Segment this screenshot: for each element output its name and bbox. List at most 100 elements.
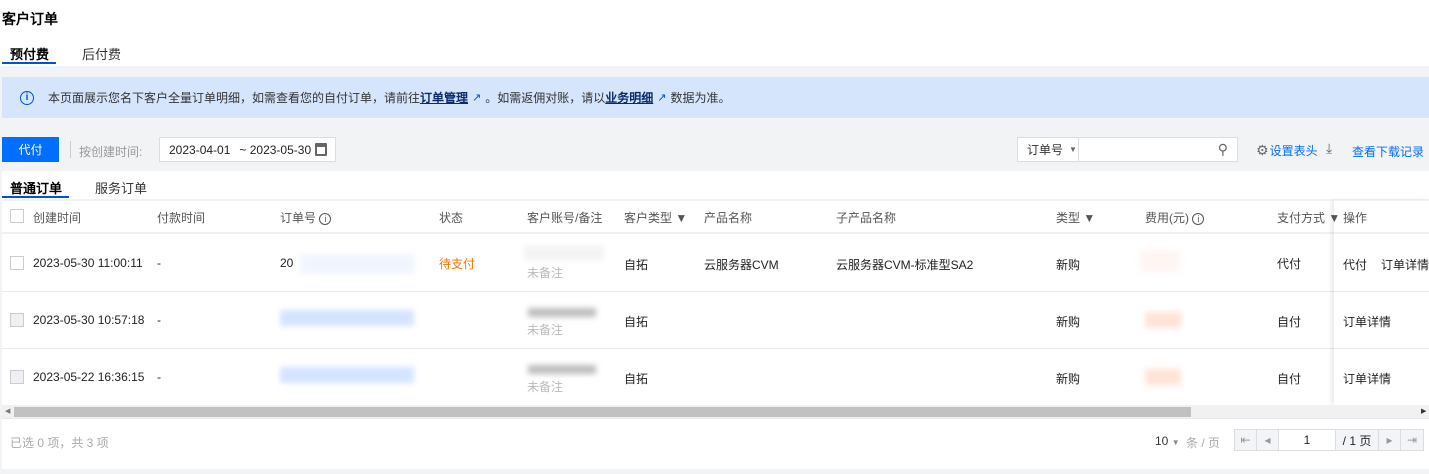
info-icon[interactable]: i xyxy=(1192,213,1205,225)
col-label: 客户类型 xyxy=(624,211,673,225)
scroll-right-icon[interactable]: ▶ xyxy=(1421,407,1426,415)
row-checkbox[interactable] xyxy=(10,370,24,384)
customer-type: 自拓 xyxy=(624,315,649,329)
col-pay-method: 支付方式 ▼ xyxy=(1277,209,1340,226)
page-input[interactable]: 1 xyxy=(1278,429,1336,451)
remark: 未备注 xyxy=(527,323,564,337)
table-row: 2023-05-22 16:36:15 - 未备注 自拓 新购 自付 订单详情 xyxy=(0,349,1429,405)
info-banner: i 本页面展示您名下客户全量订单明细，如需查看您的自付订单，请前往 订单管理 ↗ … xyxy=(2,77,1429,118)
redacted-account xyxy=(528,365,596,374)
col-created-time: 创建时间 xyxy=(33,211,82,225)
sub-product-name: 云服务器CVM-标准型SA2 xyxy=(836,258,974,272)
caret-down-icon: ▼ xyxy=(1171,438,1180,447)
info-icon[interactable]: i xyxy=(319,213,332,225)
redacted-fee xyxy=(1145,369,1181,385)
prev-page-button[interactable]: ◂ xyxy=(1256,429,1279,451)
col-status: 状态 xyxy=(439,211,464,225)
page-title: 客户订单 xyxy=(2,11,58,27)
gear-icon: ⚙ xyxy=(1256,142,1269,158)
set-header-label: 设置表头 xyxy=(1269,144,1318,158)
created-time: 2023-05-30 10:57:18 xyxy=(33,313,145,327)
info-icon: i xyxy=(20,90,34,105)
col-order-no: 订单号 i xyxy=(280,209,332,226)
created-time: 2023-05-30 11:00:11 xyxy=(33,256,143,270)
pay-on-behalf-button[interactable]: 代付 xyxy=(2,137,59,162)
time-filter-label: 按创建时间: xyxy=(79,145,143,159)
scroll-left-icon[interactable]: ◀ xyxy=(5,407,10,415)
page-size-select[interactable]: 10 ▼ xyxy=(1155,434,1180,448)
paid-time: - xyxy=(157,313,161,327)
pay-method: 自付 xyxy=(1277,372,1302,386)
created-time: 2023-05-22 16:36:15 xyxy=(33,370,145,384)
customer-type: 自拓 xyxy=(624,372,649,386)
col-type: 类型 ▼ xyxy=(1056,209,1095,226)
row-checkbox[interactable] xyxy=(10,313,24,327)
col-fee: 费用(元) i xyxy=(1145,209,1205,226)
selection-summary: 已选 0 项，共 3 项 xyxy=(10,436,109,450)
redacted-account xyxy=(528,308,596,317)
search-field-select[interactable]: 订单号 ▼ xyxy=(1017,137,1079,162)
download-records-link[interactable]: 查看下载记录↗ xyxy=(1352,143,1429,160)
status-badge: 待支付 xyxy=(439,257,476,271)
per-page-label: 条 / 页 xyxy=(1186,436,1221,450)
col-product: 产品名称 xyxy=(704,211,753,225)
tab-prepaid[interactable]: 预付费 xyxy=(10,44,49,63)
redacted-order-number xyxy=(280,310,414,326)
order-type: 新购 xyxy=(1056,258,1081,272)
remark: 未备注 xyxy=(527,266,564,280)
redacted-order-number xyxy=(280,367,414,383)
divider xyxy=(2,199,1429,201)
fixed-actions-column-shadow xyxy=(1334,200,1429,405)
banner-text: 本页面展示您名下客户全量订单明细，如需查看您的自付订单，请前往 xyxy=(48,91,421,105)
external-link-icon: ↗ xyxy=(657,92,667,104)
col-customer-account: 客户账号/备注 xyxy=(527,211,603,225)
col-label: 支付方式 xyxy=(1277,211,1326,225)
business-detail-link[interactable]: 业务明细 xyxy=(605,89,653,106)
tab-underline xyxy=(2,196,69,198)
col-customer-type: 客户类型 ▼ xyxy=(624,209,687,226)
redacted-order-number xyxy=(300,254,415,274)
caret-down-icon: ▼ xyxy=(1069,145,1077,154)
product-name: 云服务器CVM xyxy=(704,258,779,272)
first-page-button[interactable]: ⇤ xyxy=(1234,429,1257,451)
redacted-fee xyxy=(1140,250,1180,272)
date-range-picker[interactable]: 2023-04-01 ~ 2023-05-30 xyxy=(159,137,336,162)
order-type: 新购 xyxy=(1056,315,1081,329)
row-checkbox[interactable] xyxy=(10,256,24,270)
divider xyxy=(70,141,71,158)
redacted-account xyxy=(524,246,604,260)
page-size-value: 10 xyxy=(1155,434,1169,448)
search-icon: ⚲ xyxy=(1217,141,1228,157)
col-label: 费用(元) xyxy=(1145,211,1189,225)
set-header-button[interactable]: ⚙ 设置表头 xyxy=(1256,142,1318,159)
tab-normal-orders[interactable]: 普通订单 xyxy=(10,178,62,197)
top-area xyxy=(0,0,1429,66)
next-page-button[interactable]: ▸ xyxy=(1378,429,1401,451)
scrollbar-thumb[interactable] xyxy=(14,407,1191,417)
external-link-icon: ↗ xyxy=(472,92,482,104)
paid-time: - xyxy=(157,256,161,270)
search-input[interactable]: ⚲ xyxy=(1079,137,1238,162)
filter-icon[interactable]: ▼ xyxy=(675,211,687,225)
pay-method: 自付 xyxy=(1277,315,1302,329)
select-all-checkbox[interactable] xyxy=(10,209,24,223)
tab-postpaid[interactable]: 后付费 xyxy=(82,44,121,63)
col-sub-product: 子产品名称 xyxy=(836,211,897,225)
remark: 未备注 xyxy=(527,380,564,394)
table-row: 2023-05-30 11:00:11 - 20 待支付 未备注 自拓 云服务器… xyxy=(0,234,1429,291)
order-number-link[interactable]: 20 xyxy=(280,256,293,270)
order-management-link[interactable]: 订单管理 xyxy=(420,89,468,106)
col-paid-time: 付款时间 xyxy=(157,211,206,225)
divider xyxy=(2,418,1429,419)
order-type: 新购 xyxy=(1056,372,1081,386)
search-field-label: 订单号 xyxy=(1027,143,1064,157)
banner-text: 数据为准。 xyxy=(670,91,731,105)
download-icon[interactable]: ⤓ xyxy=(1326,140,1332,157)
calendar-icon xyxy=(315,143,327,156)
tab-service-orders[interactable]: 服务订单 xyxy=(95,178,147,197)
paid-time: - xyxy=(157,370,161,384)
filter-icon[interactable]: ▼ xyxy=(1083,211,1095,225)
table-row: 2023-05-30 10:57:18 - 未备注 自拓 新购 自付 订单详情 xyxy=(0,292,1429,349)
last-page-button[interactable]: ⇥ xyxy=(1400,429,1424,451)
banner-text: 。如需返佣对账，请以 xyxy=(485,91,606,105)
